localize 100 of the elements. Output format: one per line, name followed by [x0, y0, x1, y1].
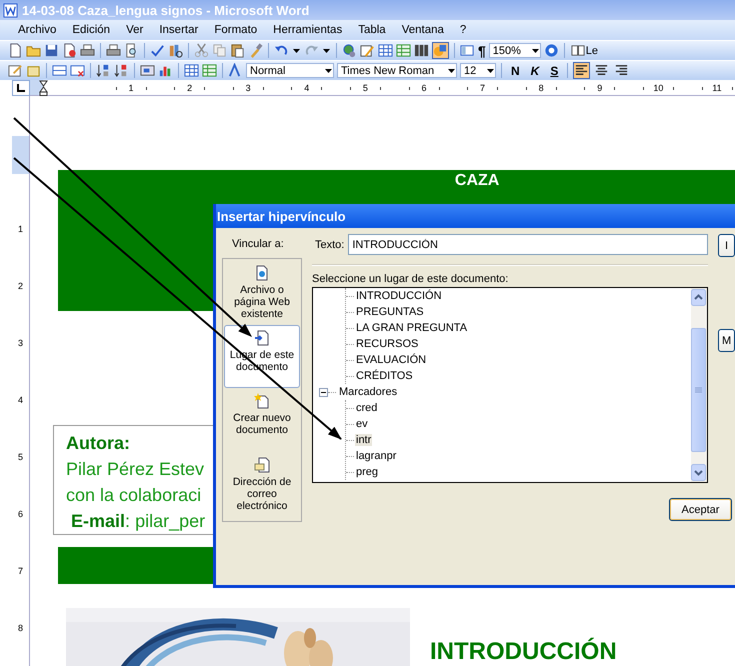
banner-title: CAZA: [454, 172, 500, 190]
tree-item[interactable]: RECURSOS: [355, 338, 420, 350]
ruler-number: 10: [651, 83, 666, 93]
tree-item[interactable]: preg: [355, 466, 380, 478]
style-dropdown[interactable]: Normal: [246, 63, 334, 78]
printer-icon[interactable]: [106, 43, 121, 58]
menu-item[interactable]: ?: [452, 24, 474, 36]
sort-descending-icon[interactable]: [114, 63, 129, 78]
zoom-dropdown[interactable]: 150%: [488, 43, 541, 58]
grip-icon: [695, 386, 702, 394]
tab-stop-selector[interactable]: [12, 80, 30, 96]
tree-item[interactable]: EVALUACIÓN: [355, 354, 428, 366]
format-button[interactable]: K: [526, 64, 544, 78]
ruler-number: 9: [595, 83, 604, 93]
tree-item[interactable]: lagranpr: [355, 450, 398, 462]
ruler-number: 5: [18, 452, 23, 462]
frame-icon[interactable]: [140, 63, 155, 78]
drawing-button[interactable]: [432, 42, 449, 59]
menu-item[interactable]: Ver: [118, 24, 152, 36]
tree-item[interactable]: ev: [355, 418, 369, 430]
drawing-icon: [433, 43, 448, 58]
scrollbar[interactable]: [691, 288, 707, 482]
books-icon[interactable]: [168, 43, 183, 58]
menu-item[interactable]: Edición: [64, 24, 118, 36]
align-center-icon: [594, 63, 610, 78]
ruler-number: 6: [419, 83, 428, 93]
document-place-icon: [254, 329, 270, 347]
author-text: Pilar Pérez Estev: [66, 458, 204, 481]
field-label: Seleccione un lugar de este documento:: [312, 273, 510, 286]
format-button[interactable]: S: [546, 64, 562, 78]
pilcrow-button[interactable]: ¶: [478, 42, 486, 58]
menu-item[interactable]: Insertar: [151, 24, 206, 36]
author-text: con la colaboraci: [66, 484, 202, 507]
menu-item[interactable]: Archivo: [10, 24, 64, 36]
clipboard-icon[interactable]: [230, 43, 245, 58]
tab-stop-icon: [17, 84, 25, 92]
align-left-icon: [574, 63, 590, 78]
ruler-number: 4: [18, 395, 23, 405]
scissors-icon[interactable]: [194, 43, 209, 58]
table-icon[interactable]: [378, 43, 393, 58]
tree-item[interactable]: CRÉDITOS: [355, 370, 414, 382]
tree-item[interactable]: LA GRAN PREGUNTA: [355, 322, 468, 334]
columns-icon[interactable]: [414, 43, 429, 58]
ruler-number: 2: [185, 83, 194, 93]
tree-item[interactable]: intr: [355, 434, 372, 446]
ruler-number: 5: [360, 83, 370, 93]
menu-item[interactable]: Ventana: [394, 24, 452, 36]
link-target-button[interactable]: Dirección de correo electrónico: [224, 453, 300, 516]
table-edit-icon[interactable]: [360, 43, 375, 58]
table-rows-icon[interactable]: [52, 63, 67, 78]
tree-item[interactable]: Marcadores: [338, 386, 398, 398]
menu-item[interactable]: Herramientas: [265, 24, 350, 36]
new-document-icon: [254, 392, 270, 410]
link-target-button[interactable]: Archivo o página Web existente: [224, 261, 300, 324]
dialog-title: Insertar hipervínculo: [216, 204, 735, 228]
format-button[interactable]: N: [507, 64, 524, 78]
scroll-down-button[interactable]: [691, 464, 706, 481]
ruler-number: 1: [126, 83, 136, 93]
font-dropdown[interactable]: Times New Roman: [337, 63, 457, 78]
help-icon[interactable]: [544, 43, 559, 58]
pencil-icon[interactable]: [8, 63, 23, 78]
brush-icon[interactable]: [248, 43, 263, 58]
spreadsheet-icon[interactable]: [202, 63, 217, 78]
collapse-icon[interactable]: [319, 388, 328, 396]
scroll-up-button[interactable]: [691, 289, 706, 306]
ruler-number: 3: [244, 83, 253, 93]
table-icon[interactable]: [184, 63, 199, 78]
size-dropdown[interactable]: 12: [460, 63, 496, 78]
side-button[interactable]: I: [718, 234, 735, 257]
ruler-number: 6: [18, 509, 23, 519]
sort-ascending-icon[interactable]: [96, 63, 111, 78]
ruler-number: 11: [710, 83, 724, 93]
align-right-icon: [614, 63, 630, 78]
tree-item[interactable]: INTRODUCCIÓN: [355, 290, 443, 302]
tree-item[interactable]: cred: [355, 402, 378, 414]
ruler-number: 4: [302, 83, 312, 93]
globe-icon[interactable]: [342, 43, 357, 58]
web-page-icon: [254, 264, 270, 282]
ruler-number: 2: [18, 281, 23, 291]
ok-button[interactable]: Aceptar: [669, 498, 732, 521]
printer-icon[interactable]: [80, 43, 95, 58]
indent-marker-icon[interactable]: [39, 80, 48, 96]
link-target-button[interactable]: Crear nuevo documento: [224, 389, 300, 452]
menu-item[interactable]: Formato: [206, 24, 266, 36]
scroll-thumb[interactable]: [691, 328, 706, 452]
email-link[interactable]: pilar_per: [135, 511, 206, 531]
side-button[interactable]: M: [718, 329, 735, 352]
spellcheck-icon[interactable]: [150, 43, 165, 58]
word-logo-icon: [3, 2, 18, 18]
read-button[interactable]: Le: [570, 42, 600, 59]
document-map-icon[interactable]: [460, 43, 475, 58]
section-heading: INTRODUCCIÓN: [430, 638, 617, 666]
ruler-number: 1: [18, 224, 23, 234]
tree-item[interactable]: PREGUNTAS: [355, 306, 425, 318]
table-rows-icon[interactable]: [70, 63, 85, 78]
ruler-number: 8: [18, 623, 23, 633]
email-line: E-mail: pilar_per: [70, 510, 206, 533]
align-button[interactable]: [573, 62, 590, 79]
menu-item[interactable]: Tabla: [350, 24, 394, 36]
author-heading: Autora:: [66, 432, 130, 455]
